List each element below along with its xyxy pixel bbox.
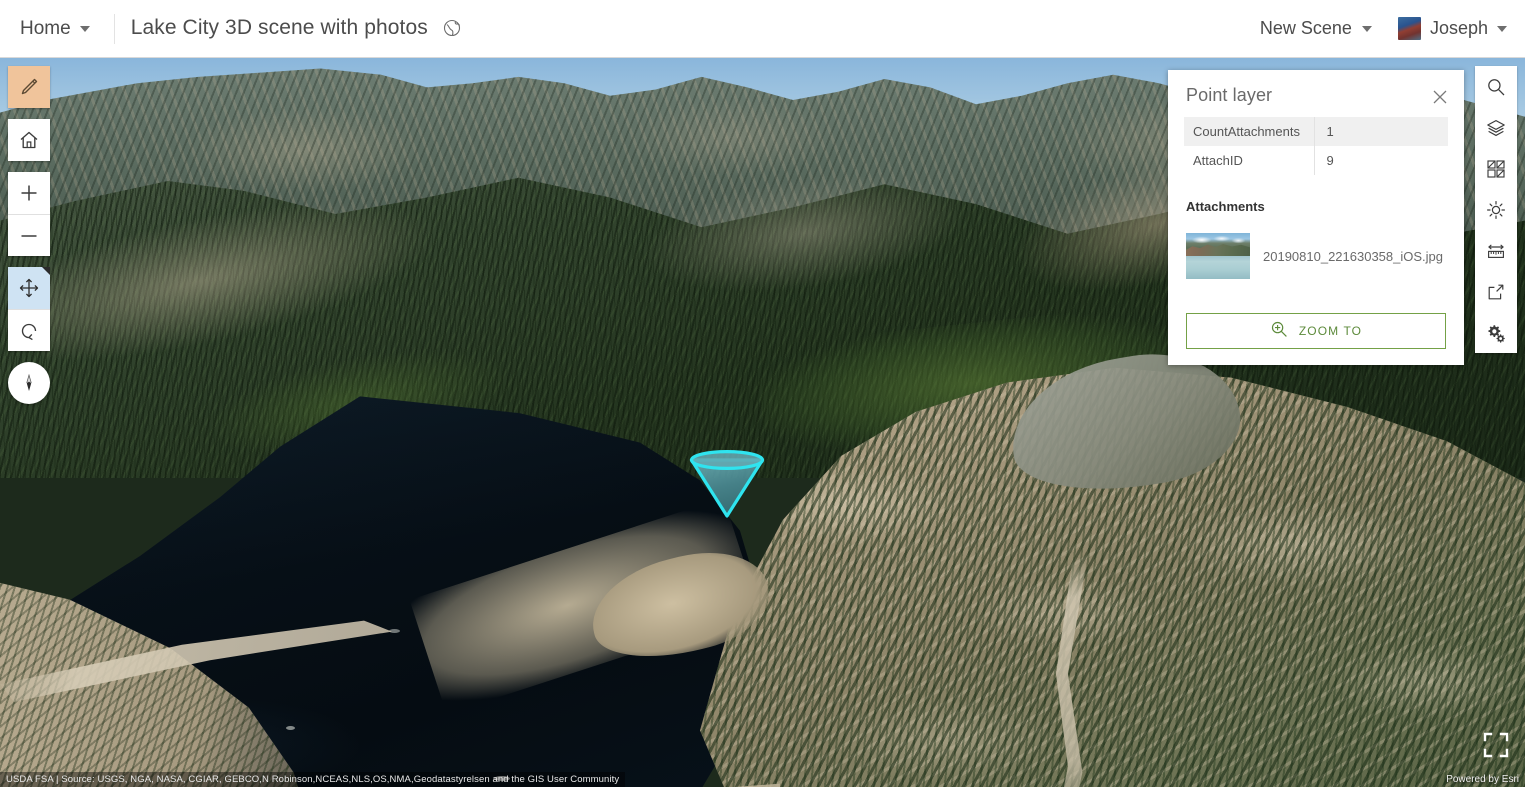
rotate-tool[interactable] (8, 309, 50, 351)
popup-title: Point layer (1186, 85, 1273, 105)
share-widget[interactable] (1475, 271, 1517, 312)
basemap-gallery-widget[interactable] (1475, 148, 1517, 189)
navigation-toolbar (8, 66, 50, 404)
daylight-widget[interactable] (1475, 189, 1517, 230)
home-tool[interactable] (8, 119, 50, 161)
measure-widget[interactable] (1475, 230, 1517, 271)
zoom-in-tool[interactable] (8, 172, 50, 214)
popup-header: Point layer (1168, 70, 1464, 117)
map-attribution: USDA FSA | Source: USGS, NGA, NASA, CGIA… (0, 772, 626, 787)
pan-rotate-group (8, 267, 50, 351)
point-marker-cone[interactable] (688, 450, 766, 518)
sketch-tool-group (8, 66, 50, 108)
app-header: Home Lake City 3D scene with photos New … (0, 0, 1525, 58)
widget-toolbar (1475, 66, 1517, 353)
app-root: Home Lake City 3D scene with photos New … (0, 0, 1525, 787)
attachment-thumbnail[interactable] (1186, 233, 1250, 279)
globe-icon (443, 19, 461, 42)
attributes-table: CountAttachments 1 AttachID 9 (1184, 117, 1448, 175)
home-tool-group (8, 119, 50, 161)
powered-by-esri: Powered by Esri (1446, 774, 1519, 785)
page-title: Lake City 3D scene with photos (130, 15, 428, 39)
pan-tool[interactable] (8, 267, 50, 309)
attribute-value: 1 (1313, 117, 1448, 146)
attachments-heading: Attachments (1186, 199, 1265, 214)
chevron-down-icon (1361, 25, 1372, 32)
attribute-value: 9 (1313, 146, 1448, 175)
close-icon[interactable] (1430, 87, 1450, 107)
layers-widget[interactable] (1475, 107, 1517, 148)
table-row: CountAttachments 1 (1184, 117, 1448, 146)
header-left: Home Lake City 3D scene with photos (0, 0, 461, 57)
attachment-item[interactable]: 20190810_221630358_iOS.jpg (1186, 233, 1464, 279)
user-menu-button[interactable]: Joseph (1397, 17, 1507, 40)
avatar (1397, 17, 1421, 40)
fullscreen-icon[interactable] (1483, 732, 1509, 758)
chevron-down-icon (1497, 25, 1507, 32)
home-menu-button[interactable]: Home (12, 12, 98, 46)
chevron-down-icon (79, 25, 90, 32)
settings-widget[interactable] (1475, 312, 1517, 353)
search-widget[interactable] (1475, 66, 1517, 107)
zoom-to-label: Zoom to (1298, 324, 1363, 338)
zoom-out-tool[interactable] (8, 214, 50, 256)
table-row: AttachID 9 (1184, 146, 1448, 175)
tool-active-corner-icon (42, 267, 50, 275)
zoom-in-magnifier-icon (1270, 320, 1288, 343)
attachment-filename[interactable]: 20190810_221630358_iOS.jpg (1263, 249, 1443, 264)
header-divider (113, 13, 115, 44)
page-title-wrap: Lake City 3D scene with photos (131, 16, 462, 42)
attribute-key: AttachID (1193, 153, 1243, 168)
home-label: Home (20, 17, 71, 39)
header-right: New Scene Joseph (1260, 0, 1525, 57)
feature-popup: Point layer CountAttachments 1 AttachID … (1168, 70, 1464, 365)
attribute-key: CountAttachments (1193, 124, 1300, 139)
zoom-to-button[interactable]: Zoom to (1186, 313, 1446, 349)
user-name: Joseph (1429, 18, 1488, 38)
boat (389, 629, 400, 633)
scene-label: New Scene (1259, 18, 1352, 38)
sketch-tool[interactable] (8, 66, 50, 108)
compass-tool[interactable] (8, 362, 50, 404)
zoom-tool-group (8, 172, 50, 256)
scene-menu-button[interactable]: New Scene (1260, 18, 1372, 39)
scene-view[interactable]: USDA FSA | Source: USGS, NGA, NASA, CGIA… (0, 58, 1525, 787)
boat (286, 726, 295, 730)
